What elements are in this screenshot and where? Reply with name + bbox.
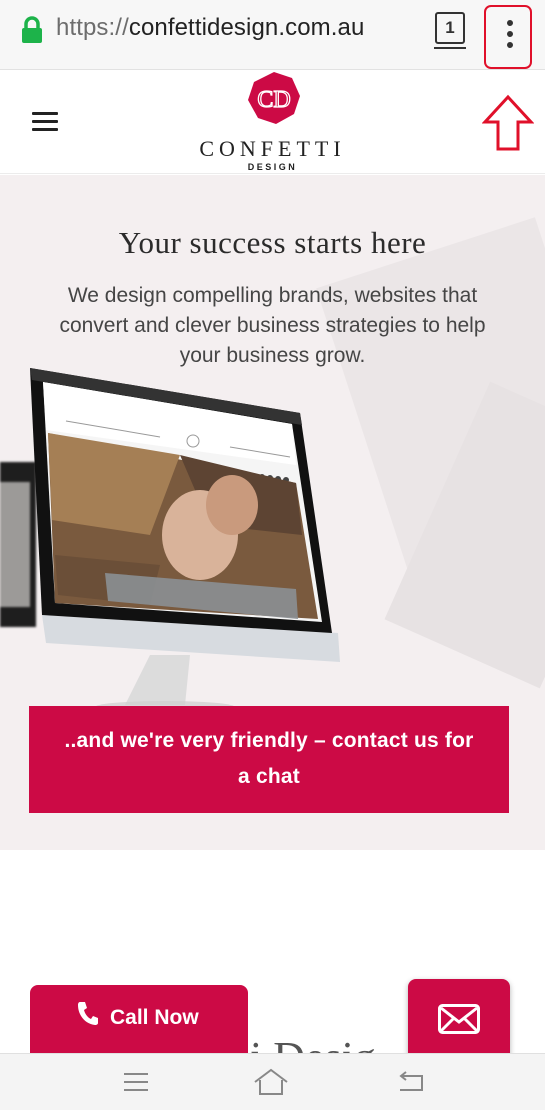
hamburger-icon[interactable] <box>32 112 58 132</box>
nav-home-icon[interactable] <box>253 1068 289 1096</box>
nav-back-icon[interactable] <box>396 1070 426 1094</box>
logo-sub: DESIGN <box>247 162 298 172</box>
logo-mark-text: CD <box>257 87 290 113</box>
logo-mark[interactable]: CD <box>246 70 302 126</box>
nav-menu-icon[interactable] <box>122 1070 150 1094</box>
tabs-button[interactable]: 1 <box>434 12 466 49</box>
url-host: confettidesign.com.au <box>128 14 365 41</box>
partial-heading-text: i Desig <box>250 1032 376 1053</box>
system-navigation-bar <box>0 1053 545 1110</box>
url-field[interactable]: https://confettidesign.com.au <box>56 14 364 42</box>
up-arrow-icon <box>482 94 534 151</box>
contact-cta-button[interactable]: ..and we're very friendly – contact us f… <box>29 706 509 813</box>
call-now-label: Call Now <box>110 1006 199 1029</box>
logo-name: CONFETTI <box>199 136 346 161</box>
tabs-icon: 1 <box>445 18 455 37</box>
email-button[interactable] <box>408 979 510 1053</box>
hero-section: Your success starts here We design compe… <box>0 175 545 850</box>
email-icon <box>438 1004 480 1034</box>
lower-section: i Desig Call Now <box>0 850 545 1053</box>
more-options-button[interactable] <box>484 5 532 69</box>
lock-icon <box>22 16 42 43</box>
phone-icon <box>78 1002 98 1025</box>
browser-address-bar: https://confettidesign.com.au 1 <box>0 0 545 70</box>
imac-mockup-image <box>30 368 340 713</box>
site-header: CD CONFETTI DESIGN <box>0 70 545 174</box>
call-now-button[interactable]: Call Now <box>30 985 248 1053</box>
url-scheme: https:// <box>56 14 129 41</box>
